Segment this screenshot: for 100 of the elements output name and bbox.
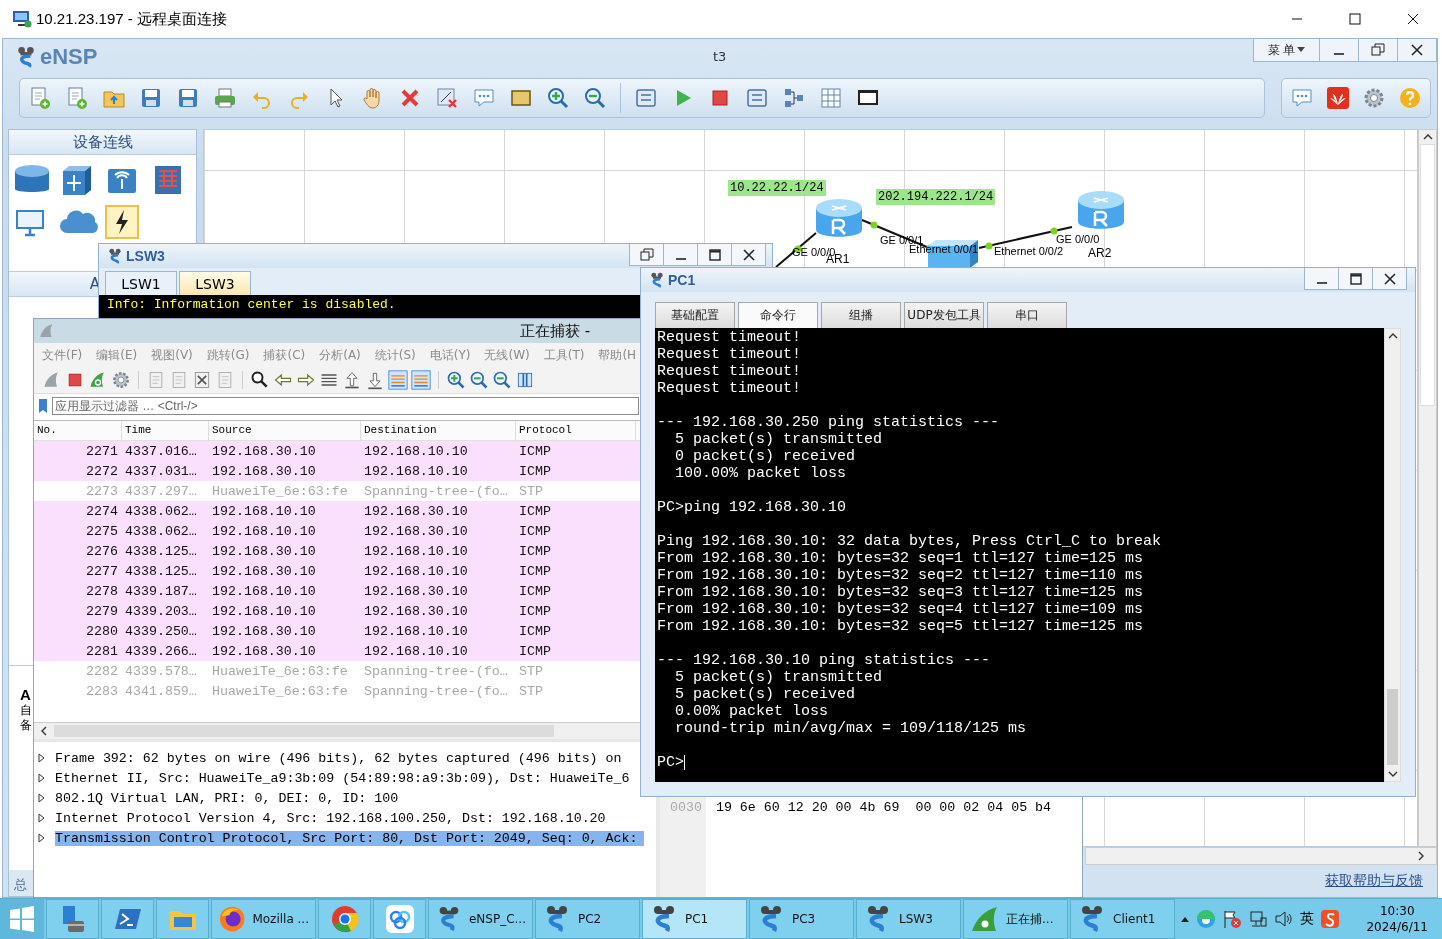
tab[interactable]: 串口 — [987, 302, 1067, 328]
packet-row[interactable]: 2278 4339.187… 192.168.10.10 192.168.30.10 ICMP — [34, 581, 640, 601]
port-label: Ethernet 0/0/2 — [994, 245, 1064, 257]
taskbar-button[interactable]: PC3 — [749, 899, 854, 939]
close-file-icon[interactable] — [192, 370, 212, 390]
window-title: PC1 — [668, 272, 696, 288]
close-icon[interactable] — [1410, 43, 1424, 57]
column-header[interactable]: Time — [122, 421, 209, 440]
text-note-icon[interactable] — [472, 86, 496, 110]
packet-row[interactable]: 2277 4338.125… 192.168.30.10 192.168.10.10 ICMP — [34, 561, 640, 581]
chat-icon[interactable] — [1290, 86, 1314, 110]
tree-item[interactable]: 802.1Q Virtual LAN, PRI: 0, DEI: 0, ID: 100 — [55, 790, 405, 806]
table-cell-text: 192.168.30.10 — [363, 503, 469, 519]
filter-field[interactable]: 应用显示过滤器 … <Ctrl-/> — [52, 397, 639, 415]
table-cell-text: 192.168.10.10 — [363, 623, 469, 639]
new-topology-icon[interactable] — [28, 86, 52, 110]
colorize-icon[interactable] — [411, 370, 431, 390]
panel-tab[interactable]: 总 — [11, 874, 29, 896]
horizontal-scrollbar[interactable] — [1085, 847, 1437, 865]
zoom-out-icon[interactable] — [583, 86, 607, 110]
vertical-scrollbar[interactable] — [1384, 328, 1401, 782]
taskbar-button[interactable] — [156, 899, 209, 939]
browser-swirl-icon[interactable] — [1196, 909, 1217, 929]
table-cell-text: 192.168.30.10 — [211, 463, 317, 479]
lightning-icon[interactable] — [105, 205, 139, 239]
zoom-in-icon[interactable] — [446, 370, 466, 390]
topology-icon[interactable] — [782, 86, 806, 110]
delete-link-icon[interactable] — [435, 86, 459, 110]
volume-icon[interactable] — [1274, 909, 1295, 929]
capture-options-icon[interactable] — [111, 370, 131, 390]
column-header[interactable]: No. — [34, 421, 122, 440]
tab[interactable]: 基础配置 — [655, 302, 735, 328]
restore-icon[interactable] — [639, 247, 654, 262]
taskbar-button[interactable] — [101, 899, 154, 939]
packet-row[interactable]: 2274 4338.062… 192.168.10.10 192.168.30.10 ICMP — [34, 501, 640, 521]
save-icon[interactable] — [139, 86, 163, 110]
packet-row[interactable]: 2276 4338.125… 192.168.30.10 192.168.10.10 ICMP — [34, 541, 640, 561]
taskbar-button[interactable]: 正在捕... — [963, 899, 1068, 939]
grid-icon[interactable] — [819, 86, 843, 110]
print-icon[interactable] — [213, 86, 237, 110]
packet-row[interactable]: 2281 4339.266… 192.168.30.10 192.168.10.10 ICMP — [34, 641, 640, 661]
search-icon[interactable] — [250, 370, 270, 390]
input-method-indicator[interactable]: 英 — [1300, 910, 1315, 928]
taskbar-button[interactable] — [46, 899, 99, 939]
flower-logo-icon[interactable] — [1326, 86, 1350, 110]
tree-item[interactable]: Internet Protocol Version 4, Src: 192.168.100.250, Dst: 192.168.10.20 — [55, 810, 612, 826]
tab[interactable]: 组播 — [821, 302, 901, 328]
taskbar-button[interactable]: eNSP_C... — [428, 899, 533, 939]
zoom-in-icon[interactable] — [546, 86, 570, 110]
packet-row[interactable]: 2279 4339.203… 192.168.10.10 192.168.30.10 ICMP — [34, 601, 640, 621]
packet-row[interactable]: 2272 4337.031… 192.168.30.10 192.168.10.10 ICMP — [34, 461, 640, 481]
maximize-icon[interactable] — [1348, 271, 1363, 286]
taskbar-button[interactable] — [318, 899, 371, 939]
last-packet-icon[interactable] — [365, 370, 385, 390]
zoom-reset-icon[interactable] — [492, 370, 512, 390]
vertical-scrollbar[interactable] — [1418, 129, 1437, 847]
first-packet-icon[interactable] — [342, 370, 362, 390]
scrollbar-thumb[interactable] — [1387, 689, 1398, 765]
tree-item[interactable]: Ethernet II, Src: HuaweiTe_a9:3b:09 (54:89:98:a9:3b:09), Dst: HuaweiTe_6 — [55, 770, 636, 786]
maximize-icon[interactable] — [707, 247, 722, 262]
new-file-icon[interactable] — [65, 86, 89, 110]
taskbar-button[interactable]: LSW3 — [856, 899, 961, 939]
caret-up-icon[interactable] — [1180, 915, 1191, 923]
zoom-out-icon[interactable] — [469, 370, 489, 390]
taskbar-button[interactable]: Client1 — [1070, 899, 1175, 939]
save-as-icon[interactable] — [176, 86, 200, 110]
column-header[interactable]: Destination — [361, 421, 516, 440]
taskbar-button[interactable] — [373, 899, 426, 939]
packet-row[interactable]: 2280 4339.250… 192.168.30.10 192.168.10.10 ICMP — [34, 621, 640, 641]
packet-row[interactable]: 2271 4337.016… 192.168.30.10 192.168.10.10 ICMP — [34, 441, 640, 461]
taskbar-button[interactable]: PC2 — [535, 899, 640, 939]
column-header[interactable]: Protocol — [516, 421, 636, 440]
table-cell-text: 2275 — [85, 523, 119, 539]
tab[interactable]: UDP发包工具 — [904, 302, 984, 328]
start-button[interactable] — [0, 899, 44, 939]
network-icon[interactable] — [1248, 909, 1269, 929]
tab[interactable]: LSW3 — [179, 271, 251, 295]
packet-row[interactable]: 2275 4338.062… 192.168.10.10 192.168.30.10 ICMP — [34, 521, 640, 541]
resize-columns-icon[interactable] — [515, 370, 535, 390]
flag-icon[interactable] — [1222, 909, 1243, 929]
table-cell-text: 2277 — [85, 563, 119, 579]
settings-icon[interactable] — [1362, 86, 1386, 110]
tab[interactable]: LSW1 — [105, 271, 177, 295]
bookmark-icon[interactable] — [36, 398, 50, 414]
column-header[interactable]: Source — [209, 421, 361, 440]
tree-item[interactable]: Transmission Control Protocol, Src Port: 80, Dst Port: 2049, Seq: 0, Ack: — [55, 830, 644, 846]
clock[interactable]: 10:30 2024/6/11 — [1366, 903, 1428, 935]
close-icon[interactable] — [1382, 271, 1397, 286]
table-cell-text: ICMP — [518, 623, 552, 639]
taskbar-button[interactable]: Mozilla ... — [211, 899, 316, 939]
horizontal-scrollbar[interactable] — [34, 722, 640, 739]
restore-icon[interactable] — [1371, 43, 1385, 57]
s-logo-icon[interactable] — [1320, 909, 1341, 929]
close-icon[interactable] — [741, 247, 756, 262]
taskbar-button[interactable]: PC1 — [642, 899, 747, 939]
panel-header: 设备连线 — [9, 130, 196, 155]
tab[interactable]: 命令行 — [738, 302, 818, 328]
tree-item[interactable]: Frame 392: 62 bytes on wire (496 bits), 62 bytes captured (496 bits) on — [55, 750, 628, 766]
help-link[interactable]: 获取帮助与反馈 — [1325, 872, 1423, 890]
window-title: LSW3 — [126, 248, 165, 264]
